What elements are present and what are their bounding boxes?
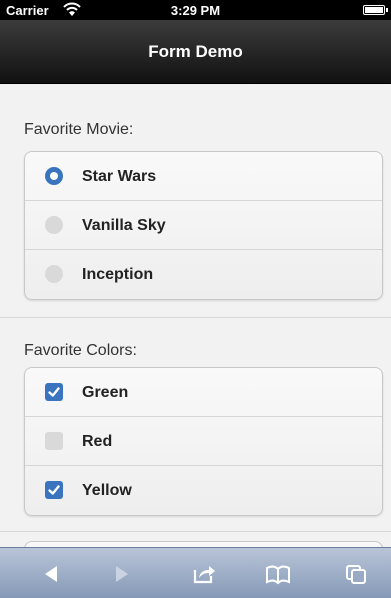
radio-option-inception[interactable]: Inception: [25, 250, 382, 299]
form-content: Favorite Movie: Star Wars Vanilla Sky In…: [0, 85, 391, 547]
tabs-icon[interactable]: [342, 561, 370, 587]
checkbox-checked-icon[interactable]: [45, 481, 63, 499]
checkbox-label: Red: [82, 433, 113, 450]
bookmarks-icon[interactable]: [264, 561, 292, 587]
radio-option-vanilla-sky[interactable]: Vanilla Sky: [25, 201, 382, 250]
radio-option-star-wars[interactable]: Star Wars: [25, 152, 382, 201]
share-icon[interactable]: [190, 561, 218, 587]
forward-arrow-icon[interactable]: [108, 561, 136, 587]
battery-icon: [363, 5, 388, 15]
checkbox-unchecked-icon[interactable]: [45, 432, 63, 450]
checkbox-option-yellow[interactable]: Yellow: [25, 466, 382, 515]
checkbox-label: Green: [82, 384, 129, 401]
status-bar: Carrier 3:29 PM: [0, 0, 391, 20]
checkbox-option-red[interactable]: Red: [25, 417, 382, 466]
radio-unselected-icon[interactable]: [45, 216, 63, 234]
back-arrow-icon[interactable]: [37, 561, 65, 587]
section-divider: [0, 531, 391, 532]
page-title: Form Demo: [0, 20, 391, 84]
radio-label: Inception: [82, 266, 154, 283]
section-divider: [0, 317, 391, 318]
checkbox-checked-icon[interactable]: [45, 383, 63, 401]
checkbox-label: Yellow: [82, 482, 132, 499]
movie-radio-group: Star Wars Vanilla Sky Inception: [24, 151, 383, 300]
colors-checkbox-group: Green Red Yellow: [24, 367, 383, 516]
checkbox-option-green[interactable]: Green: [25, 368, 382, 417]
movie-legend: Favorite Movie:: [24, 121, 134, 138]
browser-toolbar: [0, 547, 391, 598]
radio-selected-icon[interactable]: [45, 167, 63, 185]
radio-label: Vanilla Sky: [82, 217, 166, 234]
radio-unselected-icon[interactable]: [45, 265, 63, 283]
clock: 3:29 PM: [170, 3, 221, 18]
colors-legend: Favorite Colors:: [24, 342, 137, 359]
radio-label: Star Wars: [82, 168, 157, 185]
